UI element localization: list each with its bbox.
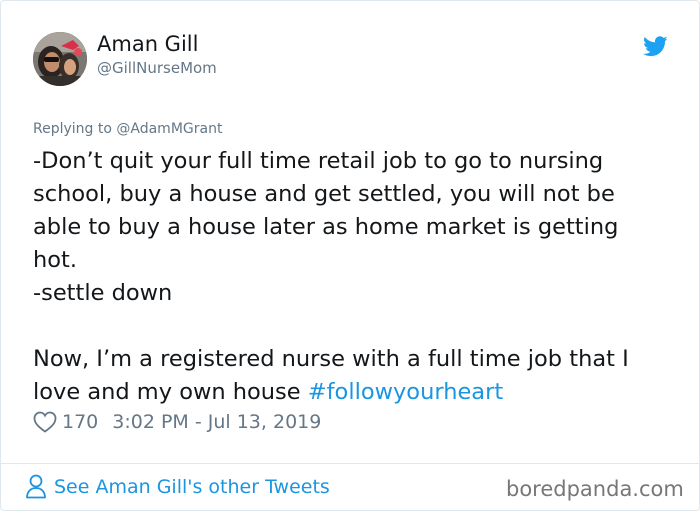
see-other-tweets-link[interactable]: See Aman Gill's other Tweets xyxy=(25,474,330,499)
tweet-line: school, buy a house and get settled, you… xyxy=(33,181,615,207)
tweet-line-text: love and my own house xyxy=(33,379,308,405)
tweet-last-line: love and my own house #followyourheart xyxy=(33,376,683,409)
twitter-bird-icon[interactable] xyxy=(643,36,668,57)
watermark: boredpanda.com xyxy=(506,477,684,501)
tweet-line: able to buy a house later as home market… xyxy=(33,214,619,240)
tweet-line: -settle down xyxy=(33,280,173,306)
tweet-line: hot. xyxy=(33,247,78,273)
timestamp[interactable]: 3:02 PM - Jul 13, 2019 xyxy=(112,411,321,433)
avatar[interactable] xyxy=(33,32,87,86)
tweet-blank-line xyxy=(33,310,683,343)
heart-icon[interactable] xyxy=(33,411,57,433)
display-name[interactable]: Aman Gill xyxy=(97,32,198,56)
reply-context[interactable]: Replying to @AdamMGrant xyxy=(33,121,222,137)
like-count[interactable]: 170 xyxy=(62,411,98,433)
tweet-line: -Don’t quit your full time retail job to… xyxy=(33,148,604,174)
hashtag-link[interactable]: #followyourheart xyxy=(308,379,503,405)
see-other-tweets-label[interactable]: See Aman Gill's other Tweets xyxy=(54,476,330,498)
tweet-meta: 170 3:02 PM - Jul 13, 2019 xyxy=(33,411,321,433)
person-icon xyxy=(26,474,46,499)
tweet-line: Now, I’m a registered nurse with a full … xyxy=(33,346,629,372)
tweet-card: Aman Gill @GillNurseMom Replying to @Ada… xyxy=(0,0,700,511)
divider xyxy=(1,463,699,464)
user-handle[interactable]: @GillNurseMom xyxy=(97,59,217,77)
tweet-text: -Don’t quit your full time retail job to… xyxy=(33,145,683,409)
